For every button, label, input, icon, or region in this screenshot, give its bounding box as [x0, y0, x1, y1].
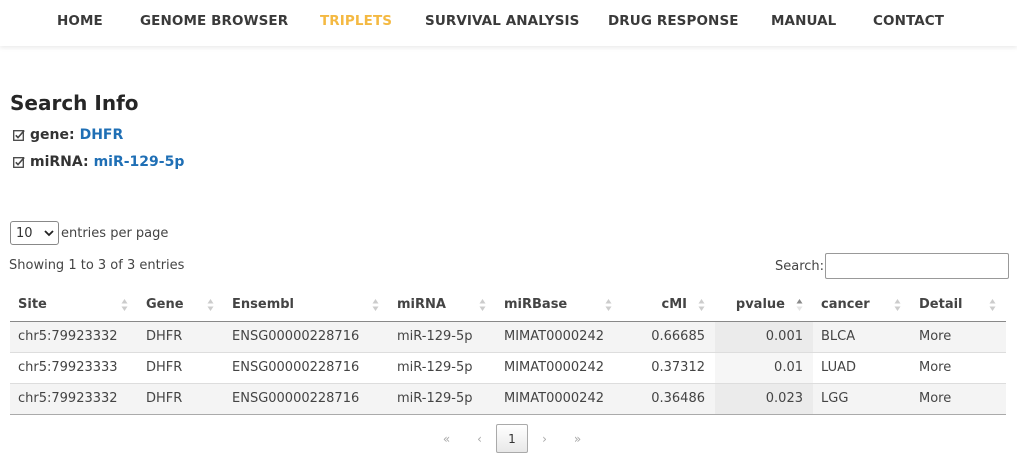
cell-gene: DHFR	[138, 382, 224, 415]
cell-ensembl: ENSG00000228716	[224, 351, 389, 383]
table-header-row: Site Gene Ensembl miRNA miRBase cMI pval…	[10, 289, 1006, 322]
column-header-site[interactable]: Site	[10, 289, 138, 322]
sort-both-icon	[207, 299, 214, 311]
checkbox-checked-icon	[13, 156, 25, 168]
pagination: « ‹ 1 › »	[430, 424, 594, 453]
gene-info: gene: DHFR	[13, 127, 123, 143]
column-header-detail[interactable]: Detail	[911, 289, 1006, 322]
column-header-gene[interactable]: Gene	[138, 289, 224, 322]
cell-ensembl: ENSG00000228716	[224, 382, 389, 415]
cell-mirbase: MIMAT0000242	[496, 382, 622, 415]
cell-pvalue: 0.001	[715, 320, 813, 352]
detail-more-link[interactable]: More	[911, 320, 1006, 352]
column-header-mirna[interactable]: miRNA	[389, 289, 496, 322]
nav-survival-analysis[interactable]: SURVIVAL ANALYSIS	[425, 13, 579, 29]
cell-pvalue: 0.01	[715, 351, 813, 383]
entries-per-page-value: 10	[16, 225, 33, 241]
nav-drug-response[interactable]: DRUG RESPONSE	[608, 13, 739, 29]
cell-cancer: LGG	[813, 382, 911, 415]
cell-gene: DHFR	[138, 320, 224, 352]
cell-pvalue: 0.023	[715, 382, 813, 415]
detail-more-link[interactable]: More	[911, 351, 1006, 383]
cell-site: chr5:79923333	[10, 351, 138, 383]
sort-both-icon	[605, 299, 612, 311]
column-header-ensembl[interactable]: Ensembl	[224, 289, 389, 322]
pagination-next-button[interactable]: ›	[528, 432, 561, 446]
nav-triplets[interactable]: TRIPLETS	[320, 13, 392, 29]
entries-length-control: 10 entries per page	[10, 221, 168, 245]
cell-cancer: BLCA	[813, 320, 911, 352]
table-row: chr5:79923332 DHFR ENSG00000228716 miR-1…	[10, 382, 1006, 415]
cell-mirna: miR-129-5p	[389, 382, 496, 415]
gene-label: gene:	[30, 127, 75, 143]
cell-cmi: 0.36486	[622, 382, 715, 415]
column-header-cancer[interactable]: cancer	[813, 289, 911, 322]
cell-site: chr5:79923332	[10, 320, 138, 352]
nav-home[interactable]: HOME	[57, 13, 103, 29]
cell-mirna: miR-129-5p	[389, 320, 496, 352]
table-row: chr5:79923333 DHFR ENSG00000228716 miR-1…	[10, 351, 1006, 383]
table-row: chr5:79923332 DHFR ENSG00000228716 miR-1…	[10, 320, 1006, 352]
sort-both-icon	[479, 299, 486, 311]
nav-contact[interactable]: CONTACT	[873, 13, 944, 29]
search-label: Search:	[775, 259, 825, 274]
entries-per-page-label: entries per page	[61, 225, 169, 241]
sort-both-icon	[121, 299, 128, 311]
sort-ascending-icon	[796, 299, 803, 311]
top-navigation: HOME GENOME BROWSER TRIPLETS SURVIVAL AN…	[0, 0, 1017, 46]
sort-both-icon	[989, 299, 996, 311]
cell-cancer: LUAD	[813, 351, 911, 383]
pagination-page-1-button[interactable]: 1	[496, 424, 528, 453]
mirna-info: miRNA: miR-129-5p	[13, 154, 184, 170]
search-input[interactable]	[825, 253, 1009, 279]
chevron-down-icon	[44, 230, 54, 237]
nav-genome-browser[interactable]: GENOME BROWSER	[140, 13, 288, 29]
detail-more-link[interactable]: More	[911, 382, 1006, 415]
entries-per-page-select[interactable]: 10	[10, 221, 59, 245]
sort-both-icon	[698, 299, 705, 311]
gene-value-link[interactable]: DHFR	[80, 127, 124, 143]
pagination-previous-button[interactable]: ‹	[463, 432, 496, 446]
column-header-mirbase[interactable]: miRBase	[496, 289, 622, 322]
column-header-cmi[interactable]: cMI	[622, 289, 715, 322]
mirna-label: miRNA:	[30, 154, 89, 170]
mirna-value-link[interactable]: miR-129-5p	[94, 154, 185, 170]
pagination-first-button[interactable]: «	[430, 432, 463, 446]
cell-site: chr5:79923332	[10, 382, 138, 415]
sort-both-icon	[894, 299, 901, 311]
cell-mirna: miR-129-5p	[389, 351, 496, 383]
cell-gene: DHFR	[138, 351, 224, 383]
cell-cmi: 0.66685	[622, 320, 715, 352]
cell-mirbase: MIMAT0000242	[496, 320, 622, 352]
pagination-last-button[interactable]: »	[561, 432, 594, 446]
column-header-pvalue[interactable]: pvalue	[715, 289, 813, 322]
cell-cmi: 0.37312	[622, 351, 715, 383]
nav-manual[interactable]: MANUAL	[771, 13, 836, 29]
checkbox-checked-icon	[13, 129, 25, 141]
page-title: Search Info	[10, 91, 139, 115]
triplets-table: Site Gene Ensembl miRNA miRBase cMI pval…	[10, 289, 1006, 415]
cell-ensembl: ENSG00000228716	[224, 320, 389, 352]
sort-both-icon	[372, 299, 379, 311]
cell-mirbase: MIMAT0000242	[496, 351, 622, 383]
table-info: Showing 1 to 3 of 3 entries	[9, 258, 185, 273]
